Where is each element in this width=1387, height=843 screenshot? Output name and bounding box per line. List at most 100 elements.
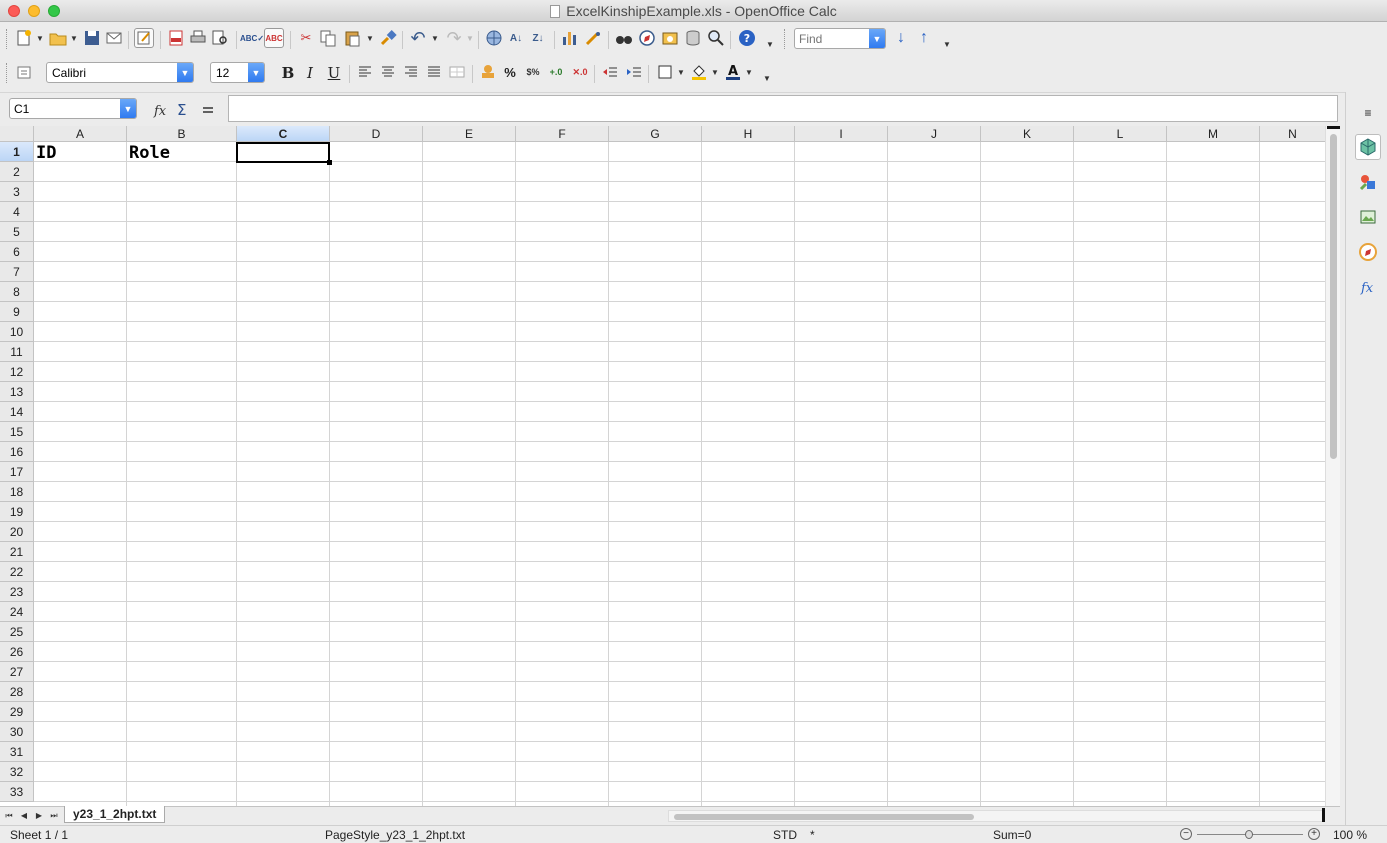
zoom-out-icon[interactable]: − [1180, 828, 1192, 840]
row-header-12[interactable]: 12 [0, 362, 34, 382]
row-header-27[interactable]: 27 [0, 662, 34, 682]
align-left-icon[interactable] [355, 62, 375, 82]
column-header-H[interactable]: H [702, 126, 795, 142]
print-icon[interactable] [188, 28, 208, 48]
sort-ascending-icon[interactable]: A↓ [506, 28, 526, 48]
formula-input-line[interactable] [228, 95, 1338, 122]
font-size-input[interactable] [211, 63, 246, 82]
export-pdf-icon[interactable] [166, 28, 186, 48]
gallery-panel-icon[interactable] [1355, 204, 1381, 230]
navigator-panel-icon[interactable] [1355, 239, 1381, 265]
save-icon[interactable] [82, 28, 102, 48]
row-header-3[interactable]: 3 [0, 182, 34, 202]
fill-handle[interactable] [327, 160, 332, 165]
paste-clipboard-icon[interactable] [342, 28, 362, 48]
spellcheck-icon[interactable]: ABC✓ [240, 28, 264, 48]
column-header-I[interactable]: I [795, 126, 888, 142]
font-name-input[interactable] [47, 63, 147, 82]
help-icon[interactable]: ? [737, 28, 757, 48]
borders-dropdown-caret[interactable]: ▼ [677, 68, 685, 77]
sheet-tab[interactable]: y23_1_2hpt.txt [64, 806, 166, 823]
font-size-dropdown-button[interactable]: ▼ [248, 63, 264, 82]
open-folder-icon[interactable] [48, 28, 68, 48]
toolbar-grip[interactable] [6, 29, 9, 49]
toolbar-grip[interactable] [6, 63, 9, 83]
zoom-in-icon[interactable]: + [1308, 828, 1320, 840]
find-previous-arrow-up-icon[interactable]: ↑ [914, 28, 934, 48]
name-box[interactable]: ▼ [9, 98, 137, 119]
row-header-21[interactable]: 21 [0, 542, 34, 562]
row-header-22[interactable]: 22 [0, 562, 34, 582]
page-style-status[interactable]: PageStyle_y23_1_2hpt.txt [325, 828, 465, 842]
decrease-indent-icon[interactable] [600, 62, 620, 82]
page-preview-icon[interactable] [210, 28, 230, 48]
background-color-dropdown-caret[interactable]: ▼ [711, 68, 719, 77]
font-size-box[interactable]: ▼ [210, 62, 265, 83]
formula-equals-icon[interactable] [201, 101, 215, 123]
active-cell-cursor[interactable] [236, 142, 330, 163]
row-header-16[interactable]: 16 [0, 442, 34, 462]
row-header-26[interactable]: 26 [0, 642, 34, 662]
row-header-14[interactable]: 14 [0, 402, 34, 422]
name-box-input[interactable] [10, 99, 115, 118]
find-field[interactable]: ▼ [794, 28, 886, 49]
row-header-28[interactable]: 28 [0, 682, 34, 702]
name-box-dropdown-button[interactable]: ▼ [120, 99, 136, 118]
functions-panel-icon[interactable]: fx [1355, 274, 1381, 300]
hyperlink-globe-icon[interactable] [484, 28, 504, 48]
column-header-N[interactable]: N [1260, 126, 1325, 142]
horizontal-scroll-thumb[interactable] [674, 814, 974, 820]
row-header-15[interactable]: 15 [0, 422, 34, 442]
first-sheet-arrow-icon[interactable]: ⏮ [3, 810, 15, 822]
justify-icon[interactable] [424, 62, 444, 82]
cut-scissors-icon[interactable]: ✂ [296, 28, 316, 48]
find-next-arrow-down-icon[interactable]: ↓ [891, 28, 911, 48]
function-wizard-icon[interactable]: fx [152, 101, 170, 123]
row-header-8[interactable]: 8 [0, 282, 34, 302]
row-header-4[interactable]: 4 [0, 202, 34, 222]
data-sources-database-icon[interactable] [683, 28, 703, 48]
align-center-icon[interactable] [378, 62, 398, 82]
navigator-compass-icon[interactable] [637, 28, 657, 48]
column-header-E[interactable]: E [423, 126, 516, 142]
row-header-32[interactable]: 32 [0, 762, 34, 782]
zoom-level-status[interactable]: 100 % [1333, 828, 1367, 842]
find-dropdown-button[interactable]: ▼ [869, 29, 885, 48]
new-document-icon[interactable] [14, 28, 34, 48]
row-header-17[interactable]: 17 [0, 462, 34, 482]
styles-panel-icon[interactable] [1355, 169, 1381, 195]
borders-icon[interactable] [655, 62, 675, 82]
row-header-9[interactable]: 9 [0, 302, 34, 322]
paste-dropdown-caret[interactable]: ▼ [366, 34, 374, 43]
row-header-5[interactable]: 5 [0, 222, 34, 242]
font-name-dropdown-button[interactable]: ▼ [177, 63, 193, 82]
gallery-icon[interactable] [660, 28, 680, 48]
previous-sheet-arrow-icon[interactable]: ◀ [18, 810, 30, 822]
font-name-box[interactable]: ▼ [46, 62, 194, 83]
row-header-31[interactable]: 31 [0, 742, 34, 762]
column-header-J[interactable]: J [888, 126, 981, 142]
find-replace-binoculars-icon[interactable] [614, 28, 634, 48]
row-header-23[interactable]: 23 [0, 582, 34, 602]
percent-format-button[interactable]: % [500, 63, 520, 83]
column-header-L[interactable]: L [1074, 126, 1167, 142]
zoom-magnifier-icon[interactable] [706, 28, 726, 48]
currency-format-icon[interactable] [478, 62, 498, 82]
row-header-6[interactable]: 6 [0, 242, 34, 262]
redo-dropdown-caret[interactable]: ▼ [466, 34, 474, 43]
vertical-scroll-thumb[interactable] [1330, 134, 1337, 459]
cell-B1[interactable]: Role [128, 143, 237, 163]
last-sheet-arrow-icon[interactable]: ⏭ [48, 810, 60, 822]
row-header-11[interactable]: 11 [0, 342, 34, 362]
row-header-33[interactable]: 33 [0, 782, 34, 802]
column-header-K[interactable]: K [981, 126, 1074, 142]
column-header-C[interactable]: C [237, 126, 330, 142]
next-sheet-arrow-icon[interactable]: ▶ [33, 810, 45, 822]
select-all-corner[interactable] [0, 126, 34, 142]
redo-icon[interactable]: ↷ [444, 28, 464, 48]
column-header-M[interactable]: M [1167, 126, 1260, 142]
add-decimal-place-icon[interactable]: +.0 [546, 62, 566, 82]
standard-number-format-icon[interactable]: $% [523, 62, 543, 82]
undo-dropdown-caret[interactable]: ▼ [431, 34, 439, 43]
autospellcheck-icon[interactable]: ABC [264, 28, 284, 48]
